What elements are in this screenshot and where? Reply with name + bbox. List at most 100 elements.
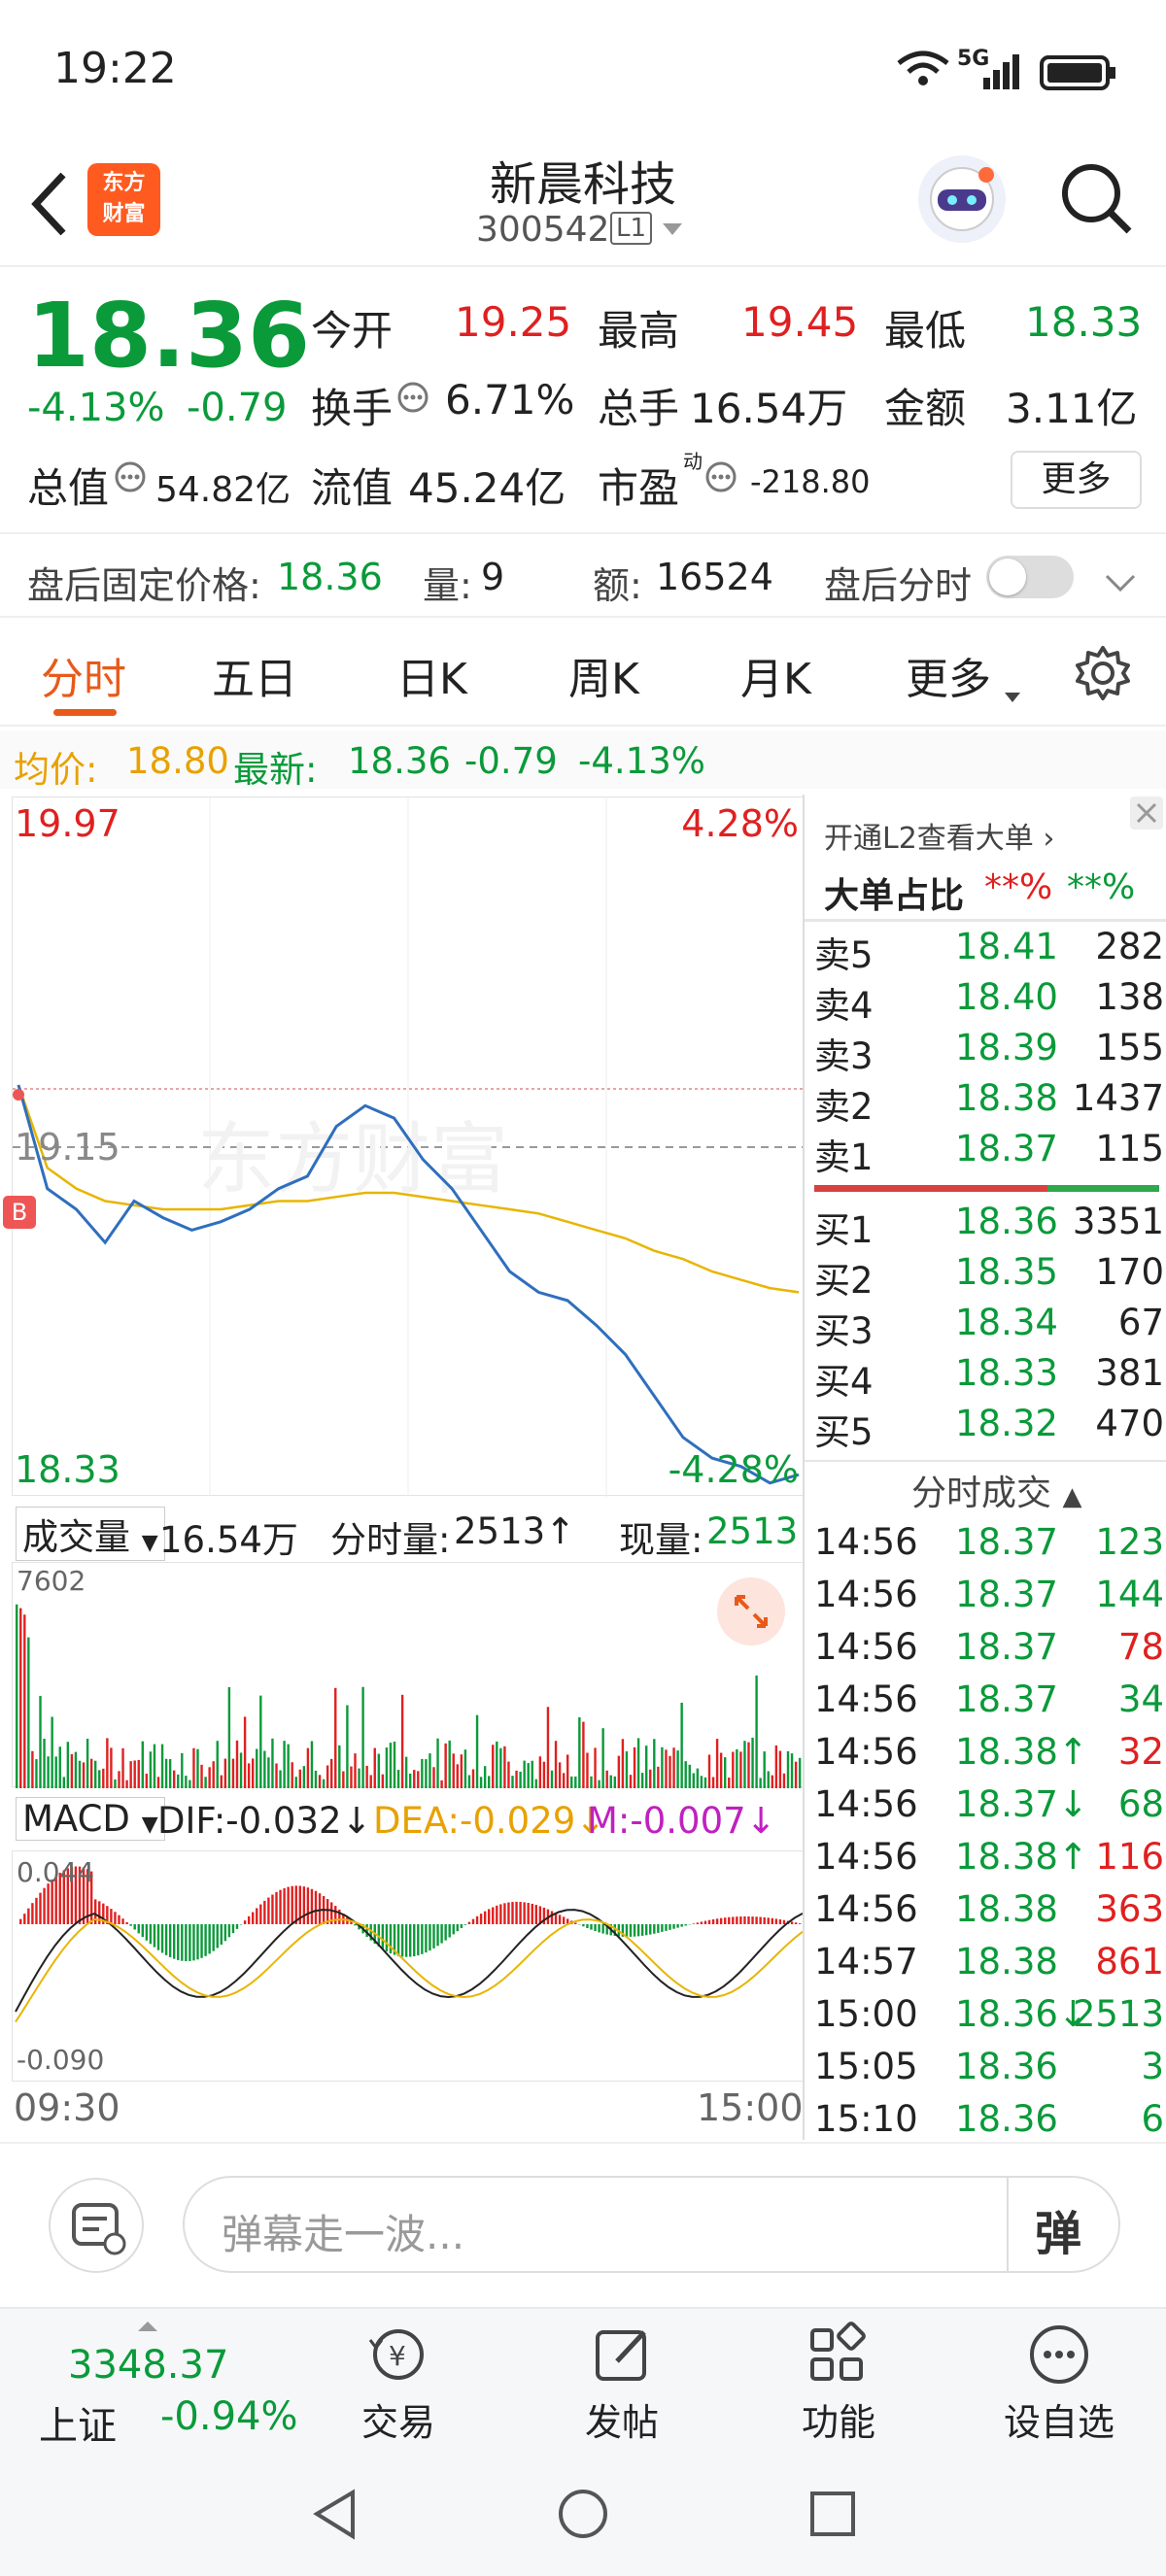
volume-bar: [283, 1741, 286, 1788]
bid-label: 买4: [814, 1361, 874, 1403]
bid-price: 18.34: [955, 1302, 1058, 1343]
volume-bar: [365, 1765, 368, 1788]
macd-bar: [39, 1892, 42, 1924]
trade-button[interactable]: ¥ 交易: [345, 2321, 452, 2447]
ask-row[interactable]: 卖3 18.39 155: [814, 1027, 1164, 1077]
trade-volume: 78: [1117, 1626, 1164, 1668]
stock-header: 东方 财富 新晨科技 300542 L1: [0, 146, 1166, 267]
intraday-chart[interactable]: 东方财富 19.97 19.15 18.33 4.28% -4.28% B: [3, 797, 805, 1497]
volume-bar: [247, 1763, 251, 1788]
macd-bottom: -0.090: [17, 2044, 105, 2076]
nav-home-icon[interactable]: [557, 2488, 610, 2545]
gear-icon[interactable]: [1074, 644, 1132, 713]
nav-back-icon[interactable]: [309, 2488, 362, 2545]
volume-bar: [578, 1716, 581, 1788]
volume-bar: [672, 1747, 675, 1788]
ask-row[interactable]: 卖4 18.40 138: [814, 976, 1164, 1027]
macd-dea: DEA:-0.029↓: [373, 1800, 606, 1842]
tab-five-day[interactable]: 五日: [212, 644, 297, 706]
robot-assistant-icon[interactable]: [918, 155, 1006, 243]
macd-bar: [672, 1924, 675, 1929]
trade-time: 14:56: [814, 1783, 918, 1825]
tab-daily-k[interactable]: 日K: [396, 644, 467, 706]
trades-header[interactable]: 分时成交 ▲: [911, 1465, 1081, 1515]
macd-bar: [425, 1924, 428, 1953]
nav-recents-icon[interactable]: [808, 2490, 857, 2542]
macd-bar: [381, 1924, 385, 1949]
macd-bar: [252, 1912, 255, 1924]
afterhours-toggle-label: 盘后分时: [824, 564, 973, 607]
volume-bar: [444, 1743, 447, 1788]
volume-bar: [425, 1759, 428, 1788]
trade-icon: ¥: [368, 2329, 424, 2380]
expand-icon[interactable]: [717, 1577, 785, 1645]
volume-dropdown[interactable]: 成交量 ▼: [16, 1507, 165, 1561]
index-ticker[interactable]: 3348.37 上证 -0.94%: [0, 2309, 301, 2455]
info-icon[interactable]: [396, 381, 429, 418]
buy-marker[interactable]: B: [3, 1196, 36, 1229]
volume-bar: [23, 1614, 26, 1788]
volume-bar: [239, 1752, 243, 1788]
macd-bar: [400, 1924, 404, 1957]
bid-row[interactable]: 买3 18.34 67: [814, 1302, 1164, 1352]
volume-bar: [657, 1766, 660, 1788]
volume-bar: [590, 1776, 593, 1788]
y-top-label: 19.97: [15, 802, 120, 845]
trade-time: 15:05: [814, 2046, 918, 2087]
level-badge[interactable]: L1: [610, 212, 653, 245]
trade-volume: 363: [1095, 1888, 1164, 1930]
macd-bar: [275, 1891, 278, 1924]
trade-time: 15:00: [814, 1993, 918, 2035]
volume-bar: [354, 1753, 357, 1788]
function-button[interactable]: 功能: [785, 2321, 892, 2447]
volume-bar: [684, 1761, 687, 1788]
trade-price: 18.36: [955, 2098, 1058, 2140]
trade-time: 14:57: [814, 1941, 918, 1983]
volume-bar: [153, 1744, 156, 1788]
danmu-input[interactable]: 弹幕走一波... 弹: [183, 2176, 1120, 2273]
macd-bar: [515, 1901, 518, 1924]
info-icon[interactable]: [114, 460, 147, 497]
post-label: 发帖: [584, 2401, 659, 2444]
volume-bar: [106, 1738, 109, 1788]
ask-row[interactable]: 卖2 18.38 1437: [814, 1077, 1164, 1128]
macd-bar: [582, 1924, 585, 1927]
chevron-down-icon[interactable]: [1103, 561, 1138, 604]
svg-text:¥: ¥: [389, 2340, 406, 2372]
search-icon[interactable]: [1057, 159, 1135, 241]
danmu-settings-icon[interactable]: [49, 2178, 144, 2273]
ask-row[interactable]: 卖5 18.41 282: [814, 926, 1164, 976]
l2-link[interactable]: 开通L2查看大单 ›: [824, 814, 1054, 857]
more-button[interactable]: 更多: [1011, 451, 1142, 509]
trade-row: 14:56 18.37 34: [814, 1678, 1164, 1729]
danmu-toggle-button[interactable]: 弹: [1035, 2195, 1081, 2263]
volume-bar: [227, 1686, 231, 1788]
chevron-down-icon[interactable]: [1004, 664, 1021, 714]
close-icon[interactable]: [1130, 797, 1163, 830]
afterhours-toggle[interactable]: [986, 556, 1074, 598]
volume-bar: [471, 1769, 475, 1788]
ask-row[interactable]: 卖1 18.37 115: [814, 1128, 1164, 1178]
bid-row[interactable]: 买5 18.32 470: [814, 1403, 1164, 1453]
macd-dif: DIF:-0.032↓: [157, 1800, 372, 1842]
info-icon[interactable]: [704, 460, 737, 497]
tab-monthly-k[interactable]: 月K: [740, 644, 811, 706]
tab-weekly-k[interactable]: 周K: [568, 644, 639, 706]
bid-row[interactable]: 买2 18.35 170: [814, 1251, 1164, 1302]
bid-row[interactable]: 买4 18.33 381: [814, 1352, 1164, 1403]
add-watchlist-button[interactable]: 设自选: [996, 2321, 1122, 2447]
chevron-down-icon[interactable]: [661, 221, 684, 241]
post-button[interactable]: 发帖: [568, 2321, 675, 2447]
tab-intraday[interactable]: 分时: [41, 644, 126, 706]
bid-row[interactable]: 买1 18.36 3351: [814, 1201, 1164, 1251]
volume-bar: [393, 1742, 396, 1788]
tab-more[interactable]: 更多: [906, 644, 991, 706]
volume-bar: [94, 1760, 97, 1788]
macd-bar: [601, 1924, 604, 1934]
volume-bar: [463, 1749, 467, 1788]
volume-bar: [724, 1757, 727, 1788]
macd-dropdown[interactable]: MACD ▼: [16, 1797, 165, 1841]
volume-bar: [732, 1751, 735, 1788]
volume-bar: [621, 1739, 625, 1788]
orderbook-panel: 开通L2查看大单 › 大单占比 **% **% 卖5 18.41 282 卖4 18.4…: [803, 795, 1166, 2140]
